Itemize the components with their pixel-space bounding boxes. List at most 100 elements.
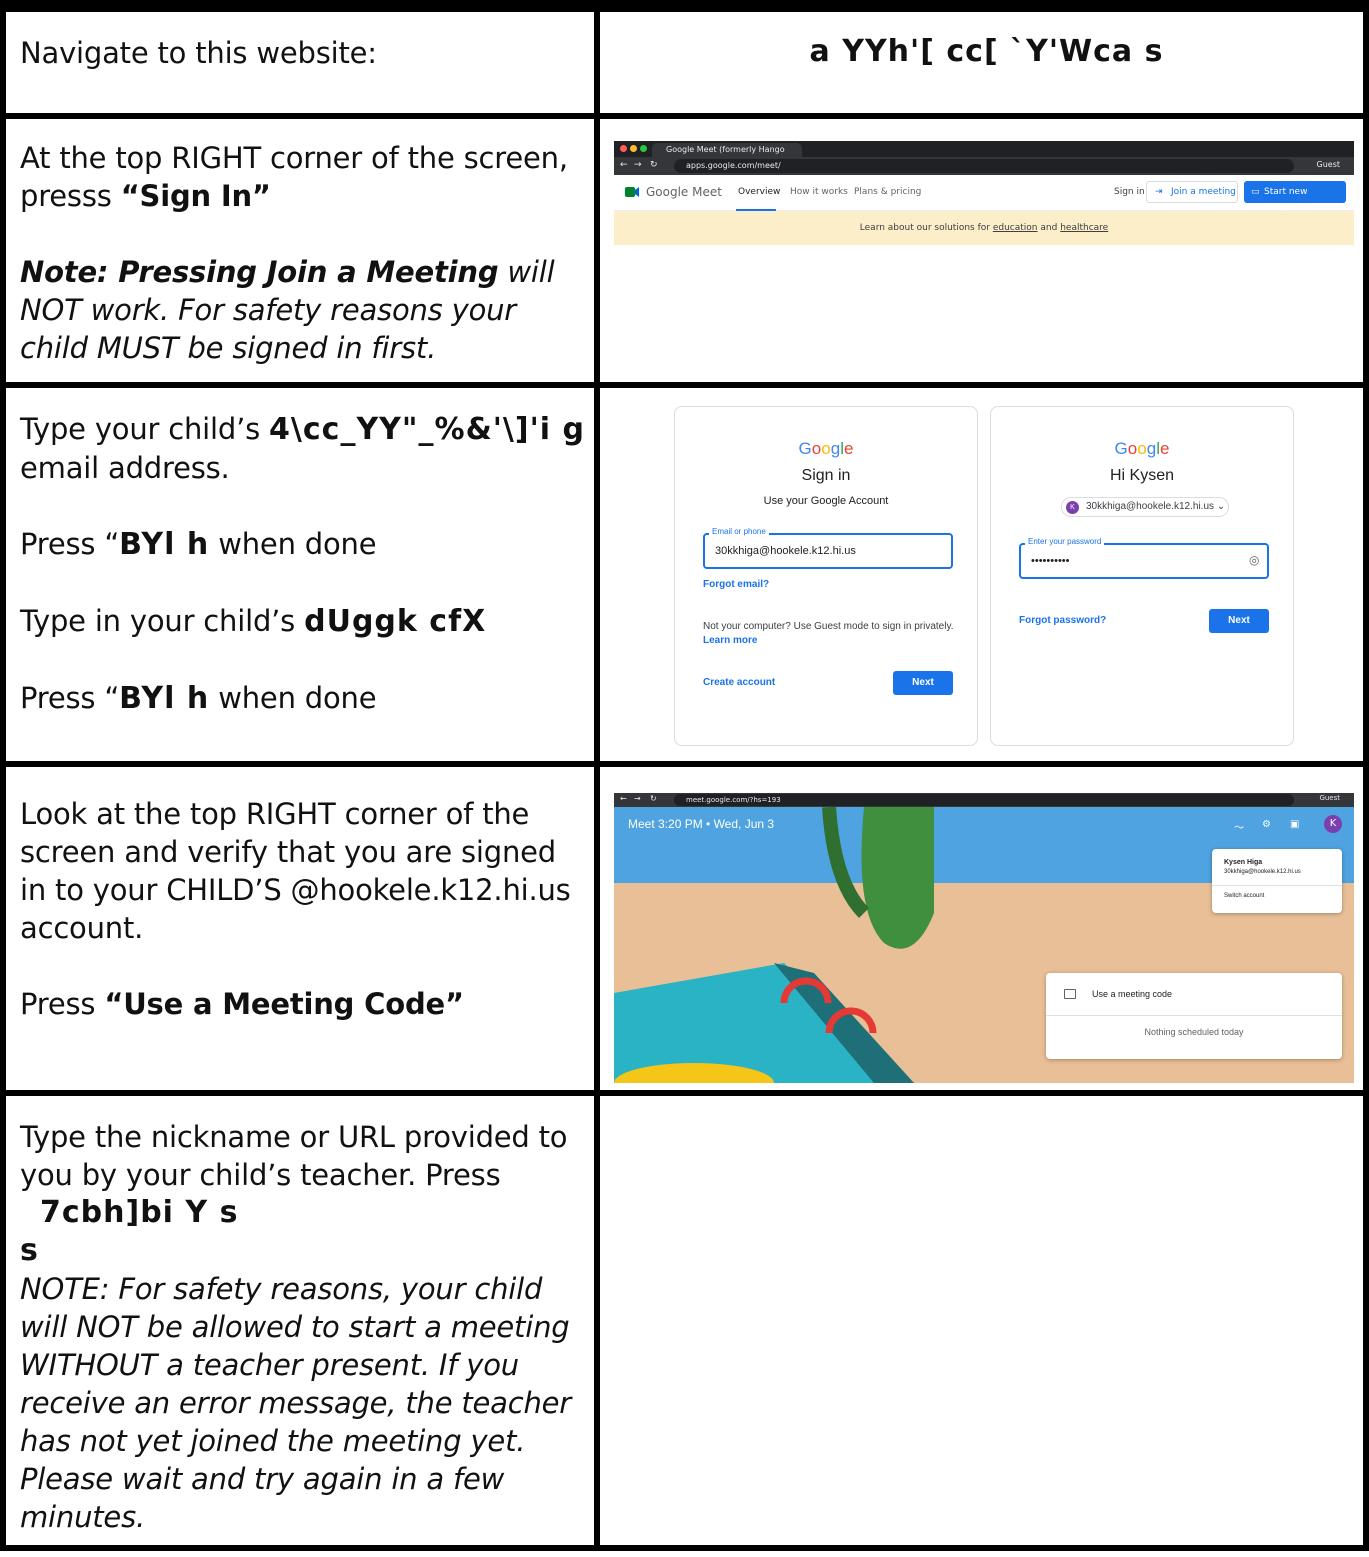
row3-p2-garbled: BYl h bbox=[119, 527, 210, 562]
row1-instruction: Navigate to this website: bbox=[20, 36, 377, 70]
account-popup: Kysen Higa 30kkhiga@hookele.k12.hi.us Sw… bbox=[1212, 849, 1342, 913]
next-button-password: Next bbox=[1209, 609, 1269, 633]
popup-name: Kysen Higa bbox=[1224, 859, 1263, 866]
row-credentials: Type your child’s 4\cc_YY"_%&'\]'i g ema… bbox=[6, 382, 1363, 761]
popup-email: 30kkhiga@hookele.k12.hi.us bbox=[1224, 869, 1301, 875]
password-field: •••••••••• bbox=[1019, 543, 1269, 579]
avatar: K bbox=[1324, 815, 1342, 833]
row3-p1-garbled: 4\cc_YY"_%&'\]'i g bbox=[269, 412, 585, 447]
use-meeting-code-emphasis: “Use a Meeting Code” bbox=[104, 987, 464, 1021]
row5-garbled-1: 7cbh]bi Y s bbox=[40, 1195, 239, 1230]
url-text: meet.google.com/?hs=193 bbox=[674, 794, 1294, 806]
meet-logo-icon bbox=[625, 187, 639, 197]
row4-p2: Press “Use a Meeting Code” bbox=[20, 985, 586, 1023]
nothing-scheduled-text: Nothing scheduled today bbox=[1144, 1027, 1244, 1037]
join-label: Join a meeting bbox=[1171, 187, 1236, 197]
nav-how-it-works: How it works bbox=[790, 187, 848, 197]
logo-letter: o bbox=[1127, 439, 1138, 458]
google-logo: Google bbox=[991, 439, 1293, 459]
browser-url-bar: ← → ↻ apps.google.com/meet/ Guest bbox=[614, 157, 1354, 175]
create-account-link: Create account bbox=[703, 677, 776, 688]
banner-text: Learn about our solutions for bbox=[859, 223, 990, 233]
banner-link-healthcare: healthcare bbox=[1060, 223, 1109, 233]
row3-p1-prefix: Type your child’s bbox=[20, 412, 270, 446]
logo-letter: o bbox=[821, 439, 831, 458]
video-icon: ▭ bbox=[1251, 187, 1260, 197]
join-meeting-button: ⇥ Join a meeting bbox=[1146, 181, 1238, 203]
join-icon: ⇥ bbox=[1155, 187, 1163, 197]
row3-p4-prefix: Press “ bbox=[20, 681, 120, 715]
sign-in-emphasis: “Sign In” bbox=[120, 179, 271, 213]
back-arrow-icon: ← bbox=[620, 794, 627, 803]
logo-letter: e bbox=[843, 439, 854, 458]
reload-icon: ↻ bbox=[650, 160, 658, 170]
website-url-text: a YYh'[ cc[ `Y'Wca s bbox=[809, 34, 1164, 69]
guest-mode-note: Not your computer? Use Guest mode to sig… bbox=[703, 621, 954, 632]
chevron-down-icon: ⌄ bbox=[1216, 501, 1226, 512]
start-meeting-button: ▭ Start new meeting bbox=[1244, 181, 1346, 219]
row2-line2-prefix: presss bbox=[20, 179, 121, 213]
feedback-icon: ▣ bbox=[1290, 819, 1300, 830]
minimize-dot-icon bbox=[630, 145, 637, 152]
card1-subtitle: Use your Google Account bbox=[763, 495, 889, 507]
row4-instruction: Look at the top RIGHT corner of the scre… bbox=[20, 795, 586, 1023]
card1-title: Sign in bbox=[801, 467, 851, 484]
row3-p2: Press “BYl h when done bbox=[20, 525, 586, 564]
google-logo: Google bbox=[675, 439, 977, 459]
sign-in-card-email: Google Sign in Use your Google Account 3… bbox=[674, 406, 978, 746]
row5-instruction: Type the nickname or URL provided to you… bbox=[20, 1118, 586, 1536]
account-chip: K 30kkhiga@hookele.k12.hi.us ⌄ bbox=[1061, 497, 1229, 517]
info-banner: Learn about our solutions for education … bbox=[614, 211, 1354, 245]
password-field-label: Enter your password bbox=[1025, 537, 1105, 546]
note-prefix: Note: Pressing bbox=[20, 255, 267, 289]
nav-overview: Overview bbox=[738, 187, 781, 197]
browser-tab-bar: Google Meet (formerly Hango bbox=[614, 141, 1354, 157]
row3-p3-garbled: dUggk cfX bbox=[304, 604, 487, 639]
banner-link-education: education bbox=[992, 223, 1038, 233]
row3-p3-prefix: Type in your child’s bbox=[20, 604, 305, 638]
learn-more-link: Learn more bbox=[703, 635, 758, 646]
row-join: Type the nickname or URL provided to you… bbox=[6, 1090, 1363, 1557]
row-website: Navigate to this website: a YYh'[ cc[ `Y… bbox=[6, 6, 1363, 113]
logo-letter: g bbox=[1146, 439, 1157, 458]
sign-in-card-password: Google Hi Kysen K 30kkhiga@hookele.k12.h… bbox=[990, 406, 1294, 746]
eye-icon: ◎ bbox=[1249, 553, 1260, 567]
row4-p2-prefix: Press bbox=[20, 987, 105, 1021]
use-meeting-code-button: Use a meeting code bbox=[1092, 989, 1173, 999]
meet-header: Google Meet Overview How it works Plans … bbox=[614, 175, 1354, 219]
row-sign-in: At the top RIGHT corner of the screen, p… bbox=[6, 113, 1363, 382]
sign-in-link: Sign in bbox=[1114, 187, 1145, 197]
avatar: K bbox=[1066, 501, 1079, 514]
maximize-dot-icon bbox=[640, 145, 647, 152]
row3-p2-suffix: when done bbox=[209, 527, 377, 561]
logo-letter: o bbox=[811, 439, 822, 458]
nav-plans-pricing: Plans & pricing bbox=[854, 187, 922, 197]
panel-divider bbox=[1046, 1015, 1342, 1016]
card2-title: Hi Kysen bbox=[1109, 467, 1175, 484]
row3-p4: Press “BYl h when done bbox=[20, 679, 586, 718]
back-arrow-icon: ← bbox=[620, 160, 628, 170]
row3-p4-suffix: when done bbox=[209, 681, 377, 715]
url-text: apps.google.com/meet/ bbox=[674, 159, 1294, 173]
row3-p4-garbled: BYl h bbox=[119, 681, 210, 716]
forgot-email-link: Forgot email? bbox=[703, 579, 770, 590]
account-email: 30kkhiga@hookele.k12.hi.us bbox=[1086, 501, 1215, 512]
row4-p1: Look at the top RIGHT corner of the scre… bbox=[20, 797, 571, 945]
logo-letter: G bbox=[1114, 439, 1128, 458]
join-meeting-emphasis: Join a Meeting bbox=[266, 255, 499, 289]
meet-brand: Google Meet bbox=[646, 185, 722, 199]
instructions-table: Navigate to this website: a YYh'[ cc[ `Y… bbox=[0, 0, 1369, 1551]
email-field-label: Email or phone bbox=[709, 527, 769, 536]
guest-label: Guest bbox=[1316, 160, 1341, 169]
browser-tab: Google Meet (formerly Hango bbox=[652, 143, 802, 157]
meeting-code-panel: Use a meeting code Nothing scheduled tod… bbox=[1046, 973, 1342, 1059]
logo-letter: o bbox=[1137, 439, 1147, 458]
row3-p3: Type in your child’s dUggk cfX bbox=[20, 602, 586, 641]
forward-arrow-icon: → bbox=[634, 794, 641, 803]
email-field: 30kkhiga@hookele.k12.hi.us bbox=[703, 533, 953, 569]
logo-letter: g bbox=[830, 439, 841, 458]
banner-and: and bbox=[1040, 223, 1058, 233]
logo-letter: e bbox=[1159, 439, 1170, 458]
guest-label: Guest bbox=[1319, 794, 1340, 802]
keyboard-icon bbox=[1064, 989, 1076, 999]
